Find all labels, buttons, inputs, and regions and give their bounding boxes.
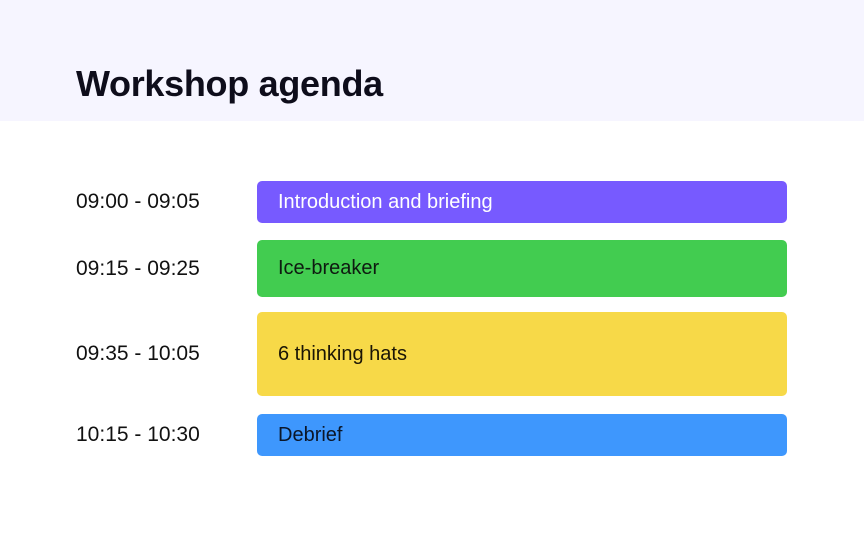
agenda-item-label: Ice-breaker [278,257,380,279]
agenda-item: 09:00 - 09:05 Introduction and briefing [0,181,864,223]
agenda-item: 09:35 - 10:05 6 thinking hats [0,312,864,396]
agenda-item-block[interactable]: Ice-breaker [257,240,787,297]
agenda-item-block[interactable]: Introduction and briefing [257,181,787,223]
agenda-item-time: 09:15 - 09:25 [76,256,200,280]
agenda-item-time: 09:00 - 09:05 [76,190,200,213]
agenda-timeline: 09:00 - 09:05 Introduction and briefing … [0,0,864,540]
agenda-item-label: Debrief [278,423,343,446]
agenda-item-label: 6 thinking hats [278,342,407,365]
agenda-item-time: 10:15 - 10:30 [76,423,200,446]
agenda-item-block[interactable]: Debrief [257,414,787,456]
agenda-item: 09:15 - 09:25 Ice-breaker [0,240,864,297]
agenda-item-time: 09:35 - 10:05 [76,342,200,365]
agenda-item-label: Introduction and briefing [278,190,493,213]
agenda-item-block[interactable]: 6 thinking hats [257,312,787,396]
agenda-item: 10:15 - 10:30 Debrief [0,414,864,456]
